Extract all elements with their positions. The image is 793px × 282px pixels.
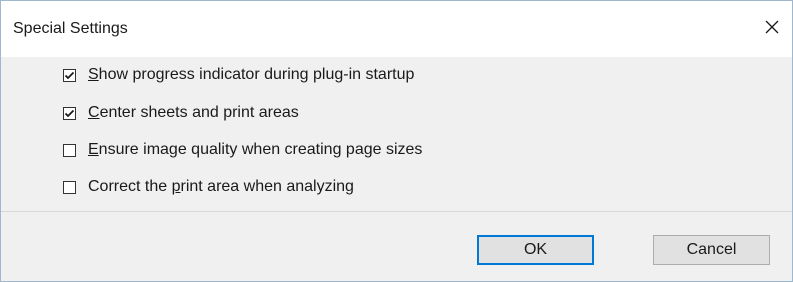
dialog-body: Show progress indicator during plug-in s…	[1, 57, 792, 281]
checkbox-show-progress[interactable]	[63, 68, 76, 82]
checkbox-ensure-quality[interactable]	[63, 143, 76, 157]
separator	[1, 211, 792, 212]
cancel-button[interactable]: Cancel	[653, 235, 770, 265]
checkmark-icon	[64, 109, 75, 117]
dialog-title: Special Settings	[13, 20, 128, 37]
close-icon	[765, 20, 779, 34]
option-label: Center sheets and print areas	[88, 104, 299, 121]
checkbox-correct-print-area[interactable]	[63, 180, 76, 194]
option-label: Show progress indicator during plug-in s…	[88, 66, 415, 83]
option-label: Correct the print area when analyzing	[88, 178, 354, 195]
option-ensure-quality[interactable]: Ensure image quality when creating page …	[63, 140, 422, 160]
option-show-progress[interactable]: Show progress indicator during plug-in s…	[63, 65, 414, 85]
option-label: Ensure image quality when creating page …	[88, 141, 423, 158]
close-button[interactable]	[752, 7, 792, 47]
checkbox-center-sheets[interactable]	[63, 106, 76, 120]
option-correct-print-area[interactable]: Correct the print area when analyzing	[63, 177, 354, 197]
ok-button[interactable]: OK	[477, 235, 594, 265]
dialog-window: Special Settings Show progress indicator…	[0, 0, 793, 282]
title-bar[interactable]: Special Settings	[1, 1, 792, 57]
option-center-sheets[interactable]: Center sheets and print areas	[63, 103, 299, 123]
checkmark-icon	[64, 71, 75, 79]
